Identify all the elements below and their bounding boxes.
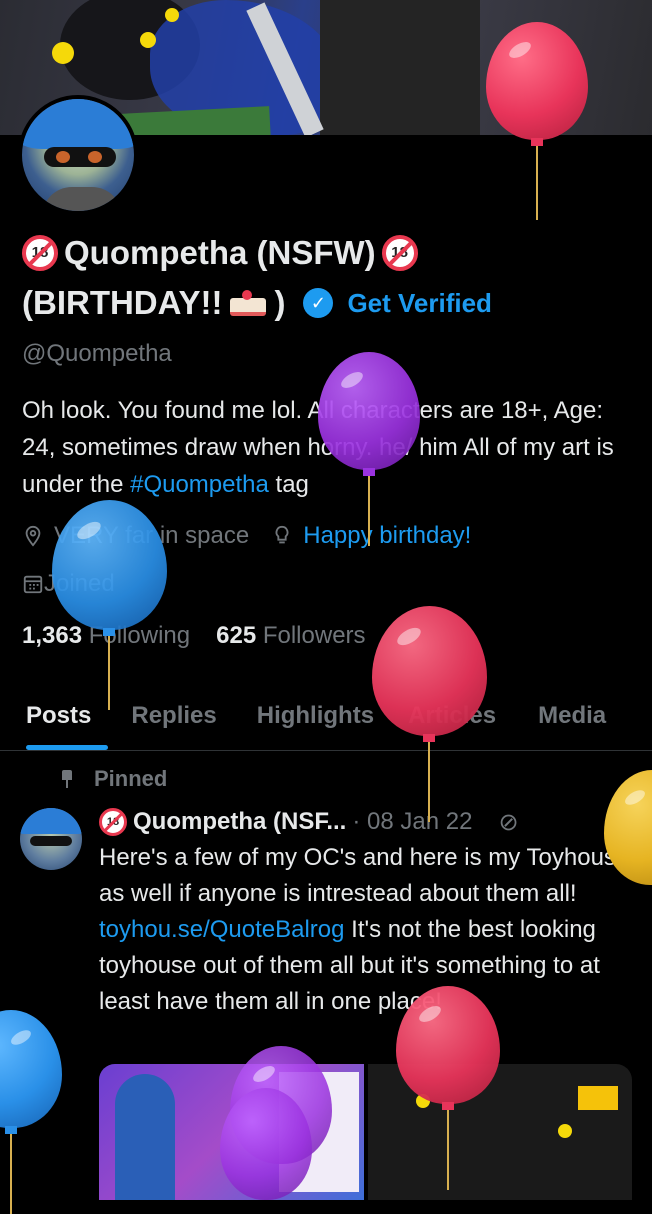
bio-suffix: tag: [268, 471, 309, 498]
banner-dot: [165, 8, 179, 22]
followers-count: 625: [216, 622, 257, 649]
location-pin-icon: [25, 525, 41, 547]
post-media[interactable]: [99, 1064, 632, 1200]
followers-label: Followers: [262, 622, 366, 649]
tab-label: Media: [538, 702, 607, 729]
avatar-eye: [56, 151, 70, 163]
nsfw-18-icon: 18: [99, 808, 127, 836]
avatar-body: [42, 187, 122, 211]
get-verified-link[interactable]: Get Verified: [347, 278, 492, 328]
media-crown: [577, 1086, 618, 1110]
bio-hashtag[interactable]: #Quompetha: [130, 471, 269, 498]
profile-avatar[interactable]: [18, 95, 138, 215]
post-header: 18 Quompetha (NSF... · 08 Jan 22 ⊘: [99, 804, 644, 840]
grok-icon[interactable]: ⊘: [498, 808, 518, 837]
tab-posts[interactable]: Posts: [26, 690, 108, 750]
post-text: Here's a few of my OC's and here is my T…: [99, 840, 644, 1020]
avatar-hair: [20, 808, 82, 834]
nsfw-18-icon: 18: [22, 235, 58, 271]
follow-stats: 1,363 Following 625 Followers: [22, 622, 366, 650]
pinned-post[interactable]: 18 Quompetha (NSF... · 08 Jan 22 ⊘ Here'…: [99, 804, 644, 1020]
lightbulb-icon: [275, 525, 289, 544]
tab-highlights[interactable]: Highlights: [257, 690, 374, 750]
name-line2-end: ): [274, 284, 286, 321]
pinned-label: Pinned: [94, 766, 168, 791]
tab-label: Posts: [26, 702, 92, 729]
post-author-avatar[interactable]: [20, 808, 82, 870]
display-name: 18 Quompetha (NSFW) 18 (BIRTHDAY!! ) ✓ G…: [22, 228, 642, 328]
badge-label: 18: [106, 816, 120, 828]
tab-label: Replies: [131, 702, 217, 729]
avatar-eye: [88, 151, 102, 163]
media-dot: [557, 1124, 572, 1138]
banner-shape: [119, 106, 271, 135]
profile-handle: @Quompetha: [22, 340, 172, 367]
banner-dot: [140, 32, 156, 48]
avatar-mask: [30, 836, 72, 846]
name-line2: (BIRTHDAY!!: [22, 284, 223, 321]
badge-label: 18: [391, 244, 408, 261]
followers-link[interactable]: 625 Followers: [216, 622, 365, 650]
tab-replies[interactable]: Replies: [131, 690, 216, 750]
post-text-before: Here's a few of my OC's and here is my T…: [99, 844, 630, 907]
media-figure: [115, 1074, 175, 1200]
verified-check-icon[interactable]: ✓: [303, 288, 334, 318]
avatar-mask: [44, 147, 116, 167]
banner-shape: [320, 0, 480, 135]
pin-icon: [60, 770, 74, 788]
active-tab-indicator: [26, 745, 108, 750]
birthday-cake-icon: [228, 288, 268, 318]
avatar-hair: [22, 99, 134, 149]
badge-label: 18: [31, 244, 49, 261]
calendar-icon: [23, 575, 43, 594]
post-link[interactable]: toyhou.se/QuoteBalrog: [99, 916, 345, 943]
post-author-name[interactable]: Quompetha (NSF...: [133, 808, 346, 836]
name-line1: Quompetha (NSFW): [64, 234, 376, 271]
tab-label: Highlights: [256, 702, 375, 729]
tab-media[interactable]: Media: [538, 690, 606, 750]
nsfw-18-icon: 18: [381, 235, 418, 271]
pinned-indicator: Pinned: [60, 766, 167, 792]
following-count: 1,363: [22, 622, 83, 649]
profile-tabs: Posts Replies Highlights Articles Media: [0, 690, 652, 751]
banner-dot: [52, 42, 74, 64]
post-date[interactable]: · 08 Jan 22: [352, 808, 472, 836]
profile-website-link[interactable]: Happy birthday!: [303, 522, 471, 550]
